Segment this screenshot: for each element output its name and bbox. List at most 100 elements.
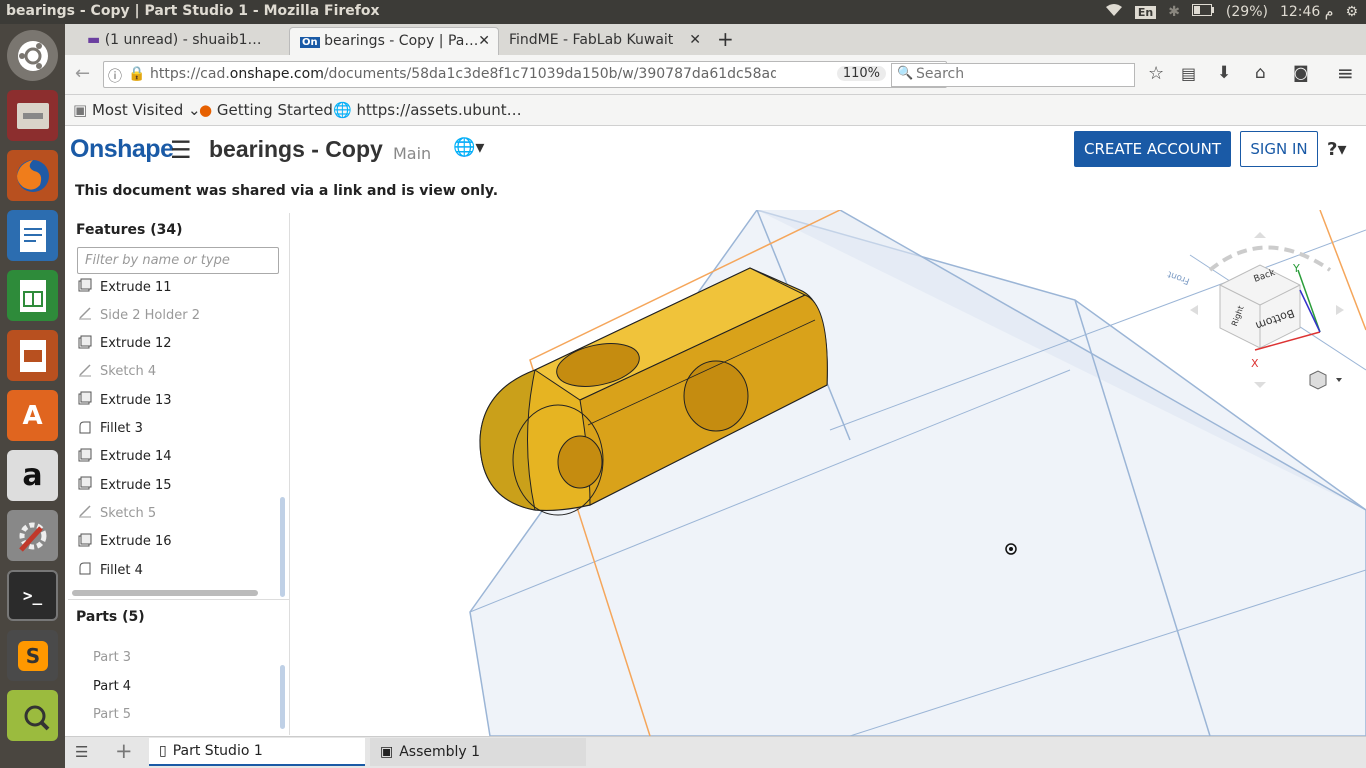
- axis-y-label: Y: [1292, 262, 1300, 275]
- window-title: bearings - Copy | Part Studio 1 - Mozill…: [6, 3, 380, 19]
- clock[interactable]: 12:46 م: [1280, 4, 1333, 20]
- feature-list-item[interactable]: Extrude 15: [78, 474, 172, 496]
- feature-label: Sketch 5: [100, 505, 157, 521]
- amazon-icon[interactable]: a: [7, 450, 58, 501]
- feature-list-item[interactable]: Sketch 5: [78, 502, 156, 524]
- globe-icon[interactable]: 🌐▾: [453, 137, 484, 158]
- tab-assembly-1[interactable]: ▣ Assembly 1: [370, 738, 586, 766]
- files-icon[interactable]: [7, 90, 58, 141]
- menu-icon[interactable]: ≡: [1337, 61, 1354, 85]
- help-icon[interactable]: ?▾: [1327, 139, 1346, 160]
- system-tray: En ✱ (29%) 12:46 م ⚙: [1105, 3, 1358, 21]
- url-bar[interactable]: ⓘ 🔒 https://cad.onshape.com/documents/58…: [103, 61, 947, 88]
- features-header: Features (34): [76, 222, 183, 238]
- sketch-icon: [78, 363, 92, 381]
- tab-part-studio-1[interactable]: ▯ Part Studio 1: [149, 738, 365, 766]
- mail-icon: ▬: [87, 32, 101, 48]
- settings-icon[interactable]: [7, 510, 58, 561]
- onshape-favicon-icon: On: [300, 37, 320, 48]
- view-only-notice: This document was shared via a link and …: [75, 183, 499, 199]
- bluetooth-icon[interactable]: ✱: [1168, 4, 1180, 20]
- battery-percent: (29%): [1225, 4, 1268, 20]
- terminal-icon[interactable]: >_: [7, 570, 58, 621]
- part-list-item[interactable]: Part 5: [93, 707, 131, 722]
- firefox-icon[interactable]: [7, 150, 58, 201]
- tab-mail[interactable]: ▬ (1 unread) - shuaib1…: [77, 27, 287, 55]
- browser-tab-strip: ▬ (1 unread) - shuaib1… On bearings - Co…: [65, 24, 1366, 55]
- front-plane-label: Front: [1166, 268, 1191, 285]
- extrude-icon: [78, 533, 92, 551]
- parts-scrollbar[interactable]: [280, 665, 285, 729]
- close-icon[interactable]: ✕: [689, 32, 701, 48]
- back-button[interactable]: ←: [75, 63, 90, 84]
- 3d-scene[interactable]: Back Bottom Right Front Y X: [290, 210, 1366, 736]
- bookmark-star-icon[interactable]: ☆: [1148, 63, 1164, 84]
- calc-icon[interactable]: [7, 270, 58, 321]
- create-account-button[interactable]: CREATE ACCOUNT: [1074, 131, 1231, 167]
- panel-divider: [68, 599, 290, 600]
- impress-icon[interactable]: [7, 330, 58, 381]
- fillet-icon: [78, 420, 92, 438]
- search-input[interactable]: Search: [891, 63, 1135, 87]
- ubuntu-dash-icon[interactable]: [7, 30, 58, 81]
- software-center-icon[interactable]: A: [7, 390, 58, 441]
- feature-list-item[interactable]: Extrude 14: [78, 446, 172, 468]
- search-icon: 🔍: [897, 66, 914, 81]
- graphics-viewport[interactable]: Back Bottom Right Front Y X: [290, 210, 1366, 736]
- assembly-icon: ▣: [380, 744, 394, 760]
- horizontal-scrollbar[interactable]: [72, 590, 258, 596]
- feature-list-item[interactable]: Extrude 16: [78, 531, 172, 553]
- keyboard-layout-indicator[interactable]: En: [1134, 5, 1157, 19]
- onshape-logo[interactable]: Onshape: [70, 135, 174, 164]
- view-mode-cube-icon[interactable]: [1309, 370, 1342, 390]
- tab-findme[interactable]: FindME - FabLab Kuwait ✕: [499, 27, 709, 55]
- extrude-icon: [78, 278, 92, 296]
- feature-list-item[interactable]: Extrude 12: [78, 333, 172, 355]
- sign-in-button[interactable]: SIGN IN: [1240, 131, 1318, 167]
- writer-icon[interactable]: [7, 210, 58, 261]
- pocket-icon[interactable]: ◙: [1293, 63, 1309, 82]
- reading-list-icon[interactable]: ▤: [1181, 64, 1196, 83]
- feature-list-item[interactable]: Fillet 3: [78, 418, 143, 440]
- feature-list-item[interactable]: Extrude 13: [78, 389, 172, 411]
- tab-onshape[interactable]: On bearings - Copy | Pa… ✕: [289, 27, 499, 55]
- gear-icon[interactable]: ⚙: [1345, 4, 1358, 20]
- bookmark-most-visited[interactable]: ▣ Most Visited ⌄: [73, 101, 201, 119]
- feature-list-item[interactable]: Side 2 Holder 2: [78, 304, 200, 326]
- bookmark-getting-started[interactable]: ● Getting Started: [199, 101, 333, 119]
- home-icon[interactable]: ⌂: [1255, 63, 1266, 83]
- feature-label: Extrude 16: [100, 534, 172, 550]
- parts-header: Parts (5): [76, 609, 145, 625]
- add-tab-button[interactable]: +: [115, 739, 133, 763]
- image-viewer-icon[interactable]: [7, 690, 58, 741]
- bookmark-assets-ubuntu[interactable]: 🌐 https://assets.ubunt…: [333, 101, 522, 119]
- part-list-item[interactable]: Part 4: [93, 679, 131, 694]
- workspace-branch[interactable]: Main: [393, 144, 431, 163]
- sublime-icon[interactable]: S: [7, 630, 58, 681]
- document-name[interactable]: bearings - Copy: [209, 136, 383, 163]
- feature-list-scrollbar[interactable]: [280, 497, 285, 597]
- feature-filter-input[interactable]: Filter by name or type: [77, 247, 279, 274]
- new-tab-button[interactable]: +: [717, 27, 734, 51]
- info-icon[interactable]: ⓘ: [108, 66, 122, 86]
- window-title-bar: bearings - Copy | Part Studio 1 - Mozill…: [0, 0, 1366, 24]
- feature-list-item[interactable]: Extrude 11: [78, 276, 172, 298]
- launcher: A a >_ S: [0, 24, 65, 768]
- battery-icon[interactable]: [1191, 4, 1214, 20]
- feature-list-item[interactable]: Sketch 4: [78, 361, 156, 383]
- feature-label: Side 2 Holder 2: [100, 307, 200, 323]
- fillet-icon: [78, 561, 92, 579]
- filter-list-icon[interactable]: ☰: [75, 743, 88, 761]
- zoom-indicator[interactable]: 110%: [836, 66, 886, 81]
- hamburger-menu-icon[interactable]: ☰: [170, 136, 192, 164]
- feature-list-item[interactable]: Fillet 4: [78, 559, 143, 581]
- view-cube[interactable]: Back Bottom Right Front Y X: [1166, 232, 1344, 388]
- download-icon[interactable]: ⬇: [1217, 63, 1231, 83]
- globe-icon: 🌐: [333, 101, 352, 119]
- extrude-icon: [78, 476, 92, 494]
- part-list-item[interactable]: Part 3: [93, 650, 131, 665]
- feature-list-panel: Features (34) Filter by name or type Ext…: [68, 213, 290, 735]
- close-icon[interactable]: ✕: [478, 33, 490, 49]
- wifi-icon[interactable]: [1105, 3, 1123, 21]
- url-text: https://cad.onshape.com/documents/58da1c…: [150, 66, 776, 82]
